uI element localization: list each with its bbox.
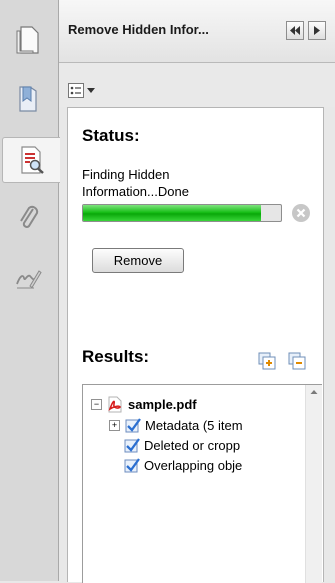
remove-button[interactable]: Remove [92,248,184,273]
tree-root-row[interactable]: − sample.pdf [91,394,197,414]
collapse-all-icon [288,352,306,370]
collapse-toggle-icon[interactable]: − [91,398,102,410]
bookmarks-icon [19,86,37,112]
results-tree: − sample.pdf + Metadata (5 item Deleted … [82,384,322,583]
expand-panel-button[interactable] [308,21,326,40]
hidden-info-panel: Status: Finding Hidden Information...Don… [67,107,324,583]
scroll-up-arrow-icon [310,390,318,394]
attachments-button[interactable] [6,196,50,240]
navigation-rail [0,0,60,581]
pages-icon [16,26,39,54]
expand-all-icon [258,352,276,370]
tree-item-label: Overlapping obje [144,457,243,473]
pages-button[interactable] [6,18,50,62]
dropdown-arrow-icon [87,87,95,93]
checkmark-icon [124,438,140,453]
tree-item-deleted[interactable]: Deleted or cropp [124,435,240,455]
expand-toggle-icon[interactable]: + [109,419,120,431]
progress-bar [82,204,282,222]
bookmarks-button[interactable] [6,77,50,121]
panel-title: Remove Hidden Infor... [68,22,209,37]
signatures-icon [16,270,42,289]
expand-all-button[interactable] [258,352,276,370]
tree-item-metadata[interactable]: + Metadata (5 item [109,415,243,435]
tree-item-label: Deleted or cropp [144,437,241,453]
tree-item-label: Metadata (5 item [145,417,243,433]
double-left-arrow-icon [290,26,300,35]
progress-fill [83,205,262,221]
tree-scrollbar[interactable] [305,385,322,583]
panel-header: Remove Hidden Infor... [59,0,335,63]
signatures-button[interactable] [6,257,50,301]
hidden-info-search-icon [20,146,44,174]
options-menu-button[interactable] [68,81,102,99]
collapse-panel-button[interactable] [286,21,304,40]
tree-item-overlapping[interactable]: Overlapping obje [124,455,242,475]
panel-toolbar [59,63,335,107]
checkmark-icon [124,458,140,473]
hidden-info-button[interactable] [2,137,60,183]
collapse-all-button[interactable] [288,352,306,370]
right-arrow-icon [314,26,320,35]
results-heading: Results: [82,347,150,366]
status-heading: Status: [82,126,140,145]
cancel-progress-button[interactable] [292,204,310,222]
attachments-icon [20,205,39,228]
pdf-file-icon [108,396,122,412]
status-text: Finding Hidden Information...Done [82,167,189,199]
tree-root-label: sample.pdf [128,396,197,412]
options-list-icon [68,82,84,98]
checkmark-icon [125,418,141,433]
close-icon [296,208,306,218]
